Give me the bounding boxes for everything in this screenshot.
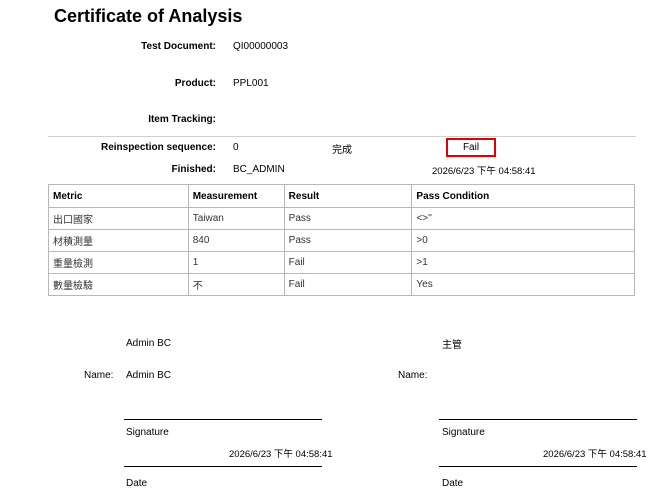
cell-measurement: 1 — [187, 251, 285, 274]
item-tracking-label: Item Tracking: — [148, 114, 216, 125]
cell-metric: 重量檢測 — [48, 251, 189, 274]
left-name-label: Name: — [84, 370, 114, 381]
cell-pass-condition: <>'' — [411, 207, 635, 230]
left-date-line — [124, 466, 322, 467]
cell-result: Fail — [283, 273, 413, 296]
table-row: 重量檢測 1 Fail >1 — [48, 251, 635, 274]
page-title: Certificate of Analysis — [54, 6, 243, 26]
left-signature-line — [124, 419, 322, 420]
reinspection-value: 0 — [233, 142, 239, 153]
cell-result: Pass — [283, 207, 413, 230]
status-text: 完成 — [332, 145, 352, 156]
cell-metric: 出口國家 — [48, 207, 189, 230]
finished-label: Finished: — [171, 164, 216, 175]
table-row: 數量檢驗 不 Fail Yes — [48, 273, 635, 296]
header-metric: Metric — [48, 184, 189, 208]
table-row: 材積測量 840 Pass >0 — [48, 229, 635, 252]
cell-pass-condition: Yes — [411, 273, 635, 296]
left-date-value: 2026/6/23 下午 04:58:41 — [229, 449, 333, 460]
finished-datetime: 2026/6/23 下午 04:58:41 — [432, 166, 536, 177]
result-badge-text: Fail — [462, 142, 480, 153]
reinspection-label: Reinspection sequence: — [100, 142, 216, 153]
table-row: 出口國家 Taiwan Pass <>'' — [48, 207, 635, 230]
header-divider — [48, 136, 636, 137]
test-document-label: Test Document: — [141, 41, 216, 52]
cell-measurement: 不 — [187, 273, 285, 296]
header-measurement: Measurement — [187, 184, 285, 208]
product-value: PPL001 — [233, 78, 269, 89]
right-name-label: Name: — [398, 370, 428, 381]
left-date-label: Date — [126, 478, 148, 489]
cell-pass-condition: >1 — [411, 251, 635, 274]
cell-metric: 材積測量 — [48, 229, 189, 252]
left-name-value: Admin BC — [126, 370, 172, 381]
result-badge: Fail — [446, 138, 496, 157]
cell-result: Fail — [283, 251, 413, 274]
left-signature-label: Signature — [126, 427, 169, 438]
product-label: Product: — [174, 78, 216, 89]
right-signature-line — [439, 419, 637, 420]
right-top-name: 主管 — [442, 340, 462, 351]
cell-pass-condition: >0 — [411, 229, 635, 252]
cell-measurement: Taiwan — [187, 207, 285, 230]
right-signature-label: Signature — [442, 427, 485, 438]
header-result: Result — [283, 184, 413, 208]
header-pass-condition: Pass Condition — [411, 184, 635, 208]
right-date-label: Date — [442, 478, 464, 489]
cell-metric: 數量檢驗 — [48, 273, 189, 296]
cell-result: Pass — [283, 229, 413, 252]
right-date-line — [439, 466, 637, 467]
metrics-table: Metric Measurement Result Pass Condition… — [48, 184, 635, 296]
table-header-row: Metric Measurement Result Pass Condition — [48, 184, 635, 208]
finished-value: BC_ADMIN — [233, 164, 285, 175]
cell-measurement: 840 — [187, 229, 285, 252]
left-top-name: Admin BC — [126, 338, 172, 349]
right-date-value: 2026/6/23 下午 04:58:41 — [543, 449, 647, 460]
test-document-value: QI00000003 — [233, 41, 289, 52]
